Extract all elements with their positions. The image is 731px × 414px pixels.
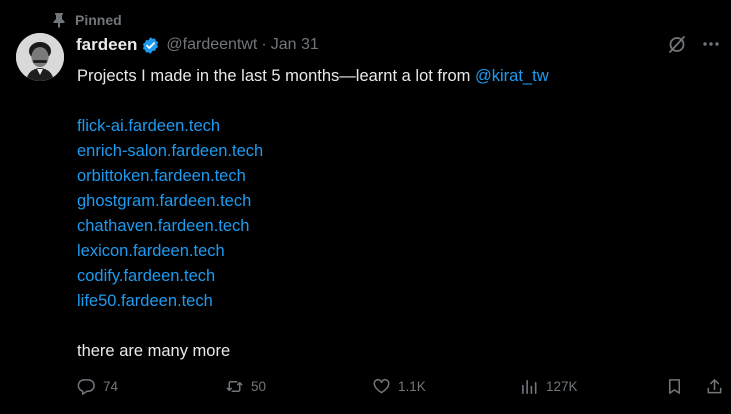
tweet-header: fardeen @fardeentwt · Jan 31 (76, 34, 319, 56)
pin-icon (52, 12, 66, 28)
bookmark-icon (665, 377, 684, 396)
tweet-text: Projects I made in the last 5 months—lea… (77, 64, 717, 364)
author-handle[interactable]: @fardeentwt (166, 36, 257, 54)
tweet-actions: 74 50 1.1K 127K (77, 377, 725, 401)
verified-badge-icon[interactable] (141, 36, 160, 55)
project-link[interactable]: enrich-salon.fardeen.tech (77, 142, 263, 160)
more-icon[interactable] (701, 34, 721, 54)
project-link[interactable]: lexicon.fardeen.tech (77, 242, 225, 260)
tweet-card[interactable]: Pinned fardeen @fardeentwt · Jan 31 Proj… (0, 0, 731, 414)
repost-count: 50 (251, 379, 267, 394)
avatar[interactable] (16, 33, 64, 81)
repost-icon (225, 377, 244, 396)
reply-count: 74 (103, 379, 119, 394)
project-link[interactable]: ghostgram.fardeen.tech (77, 192, 251, 210)
project-link[interactable]: orbittoken.fardeen.tech (77, 167, 246, 185)
pinned-label: Pinned (75, 12, 122, 28)
project-link[interactable]: codify.fardeen.tech (77, 267, 215, 285)
separator-dot: · (261, 36, 267, 53)
views-count: 127K (546, 379, 578, 394)
project-link[interactable]: flick-ai.fardeen.tech (77, 117, 220, 135)
like-button[interactable]: 1.1K (372, 377, 426, 396)
views-button[interactable]: 127K (520, 377, 578, 396)
project-link[interactable]: chathaven.fardeen.tech (77, 217, 249, 235)
bookmark-button[interactable] (665, 377, 684, 396)
grok-icon[interactable] (667, 34, 687, 54)
pinned-indicator: Pinned (52, 10, 122, 30)
tweet-top-actions (667, 34, 721, 54)
share-icon (705, 377, 724, 396)
like-count: 1.1K (398, 379, 426, 394)
repost-button[interactable]: 50 (225, 377, 266, 396)
tweet-text-line: Projects I made in the last 5 months—lea… (77, 64, 717, 89)
heart-icon (372, 377, 391, 396)
tweet-closing-text: there are many more (77, 342, 231, 360)
display-name[interactable]: fardeen (76, 35, 137, 55)
reply-icon (77, 377, 96, 396)
views-icon (520, 377, 539, 396)
tweet-date[interactable]: Jan 31 (271, 36, 319, 54)
tweet-intro-text: Projects I made in the last 5 months—lea… (77, 67, 476, 85)
share-button[interactable] (705, 377, 724, 396)
project-link[interactable]: life50.fardeen.tech (77, 292, 213, 310)
mention-link[interactable]: @kirat_tw (475, 67, 549, 85)
reply-button[interactable]: 74 (77, 377, 118, 396)
